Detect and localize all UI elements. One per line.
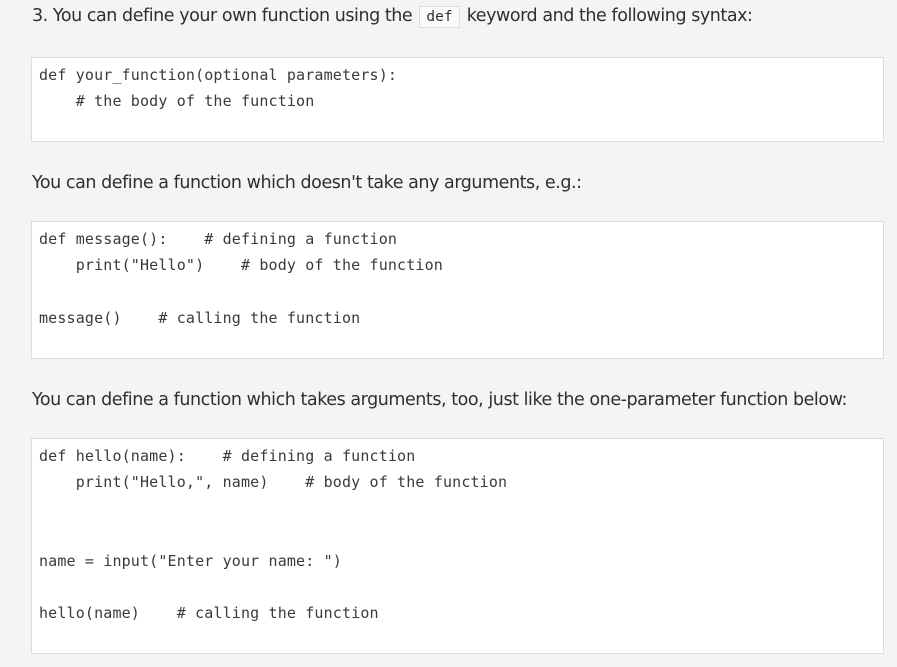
def-keyword-inline-code: def <box>419 6 460 28</box>
code-line: print("Hello,", name) # body of the func… <box>39 473 508 491</box>
intro-text-after: keyword and the following syntax: <box>466 6 753 26</box>
code-line: def hello(name): # defining a function <box>39 447 416 465</box>
code-line: name = input("Enter your name: ") <box>39 552 342 570</box>
code-line: hello(name) # calling the function <box>39 604 379 622</box>
with-args-paragraph: You can define a function which takes ar… <box>32 390 847 410</box>
code-line: # the body of the function <box>39 92 315 110</box>
no-args-code-block: def message(): # defining a function pri… <box>31 221 884 359</box>
no-args-paragraph: You can define a function which doesn't … <box>32 173 582 193</box>
with-args-code-block: def hello(name): # defining a function p… <box>31 438 884 654</box>
code-line: def message(): # defining a function <box>39 230 398 248</box>
intro-paragraph: 3. You can define your own function usin… <box>32 4 753 29</box>
code-line: def your_function(optional parameters): <box>39 66 398 84</box>
intro-text-before: 3. You can define your own function usin… <box>32 6 413 26</box>
syntax-code-block: def your_function(optional parameters): … <box>31 57 884 142</box>
code-line: message() # calling the function <box>39 309 361 327</box>
code-line: print("Hello") # body of the function <box>39 256 443 274</box>
